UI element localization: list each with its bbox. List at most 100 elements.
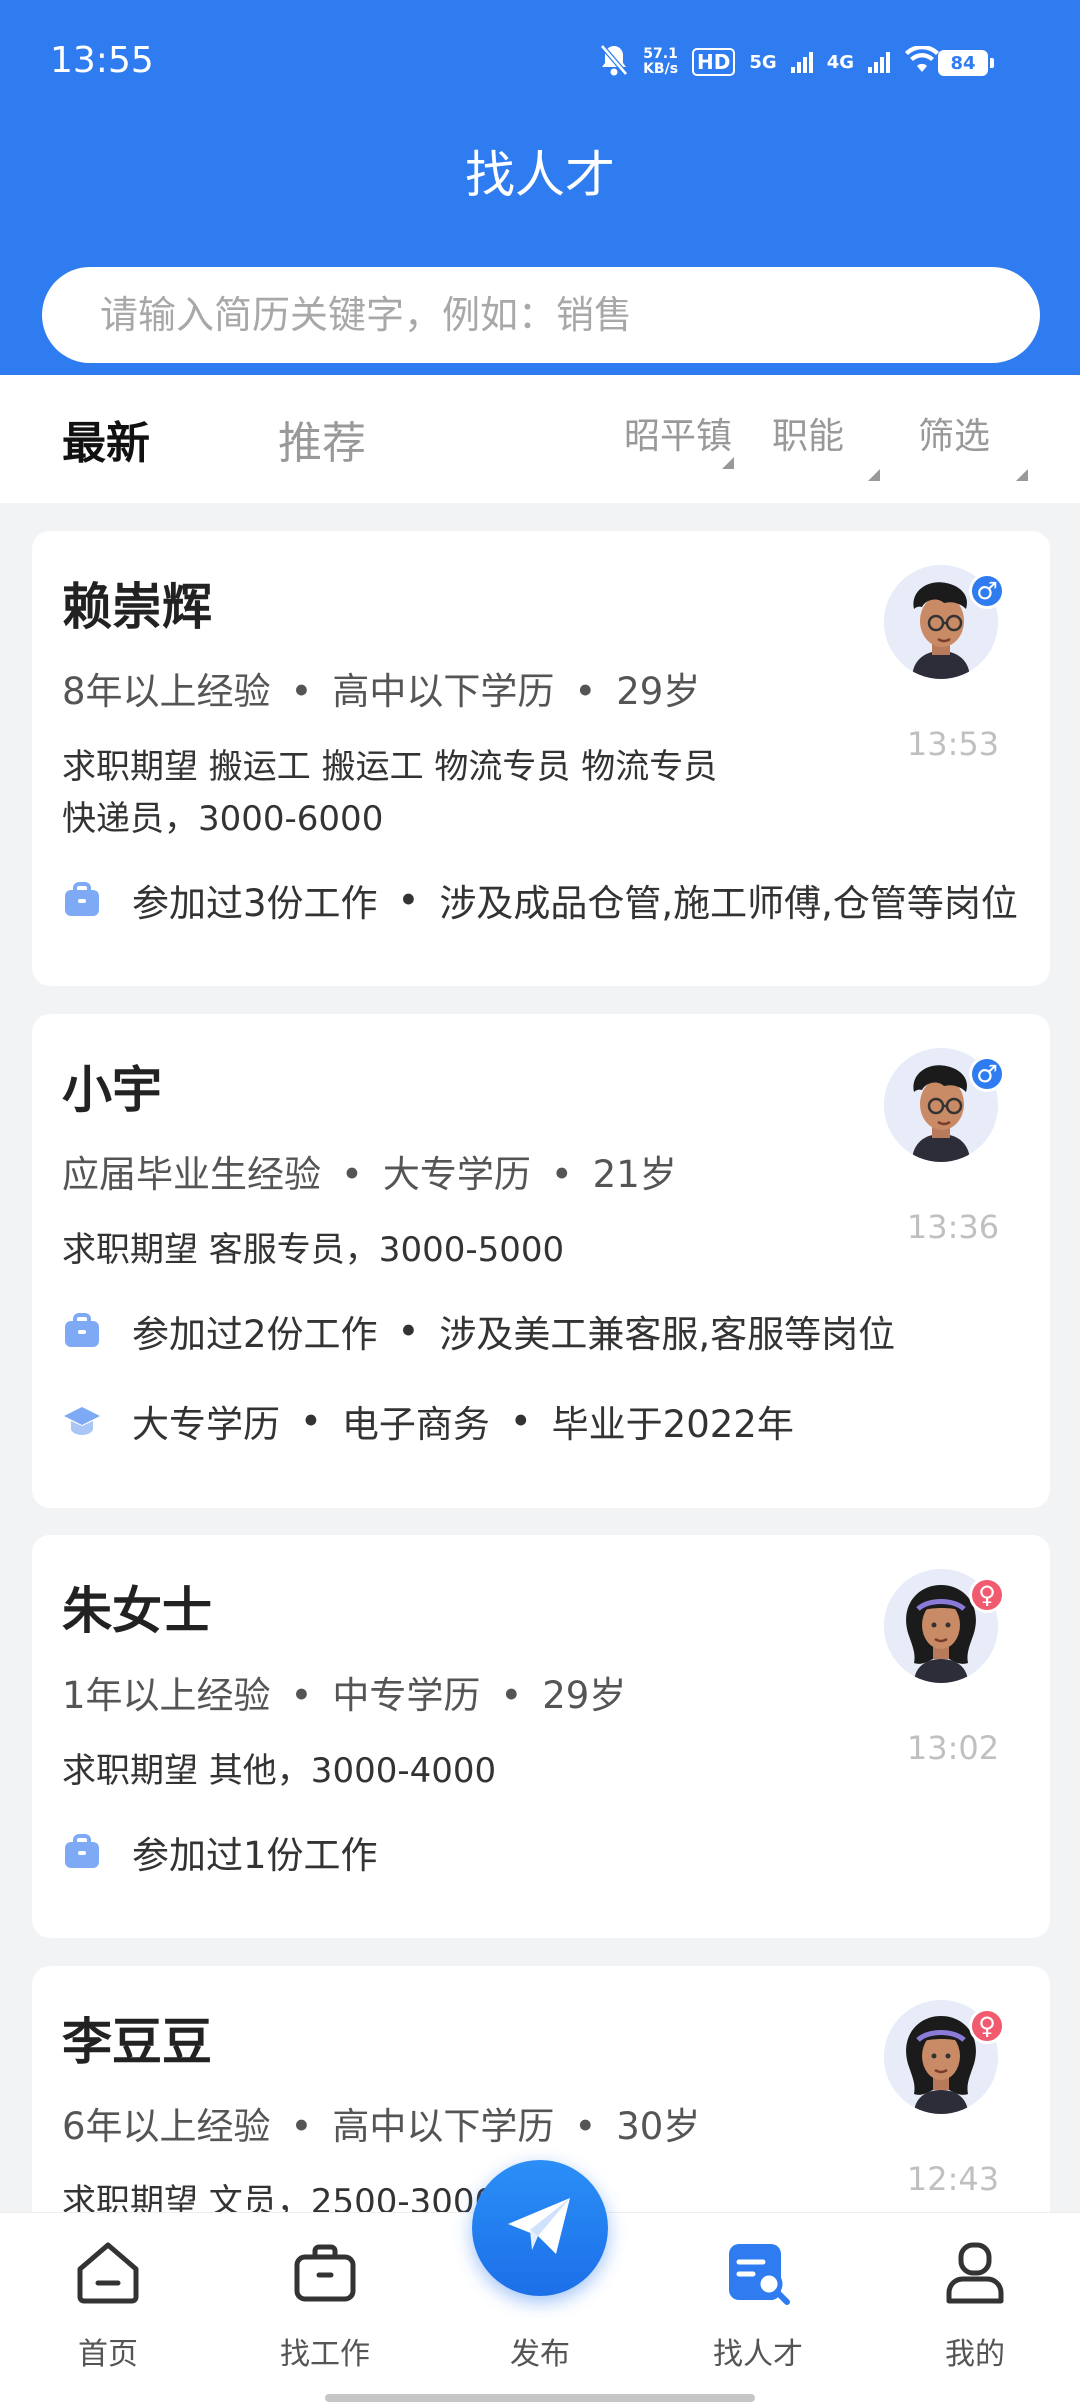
education-history: 大专学历 • 电子商务 • 毕业于2022年 — [62, 1396, 794, 1446]
female-icon: ♀ — [969, 1577, 1005, 1613]
candidate-meta: 6年以上经验 • 高中以下学历 • 30岁 — [62, 2096, 700, 2150]
age: 29岁 — [542, 1674, 627, 1717]
nav-home-label: 首页 — [78, 2337, 138, 2372]
separator-dot: • — [290, 1674, 313, 1717]
candidate-name: 李豆豆 — [62, 2013, 212, 2071]
jobs-detail: 涉及成品仓管,施工师傅,仓管等岗位 — [439, 882, 1018, 925]
search-input[interactable] — [100, 267, 1000, 363]
nav-jobs-label: 找工作 — [280, 2337, 370, 2372]
job-expectation: 求职期望 其他，3000-4000 — [62, 1745, 822, 1797]
candidate-meta: 应届毕业生经验 • 大专学历 • 21岁 — [62, 1144, 677, 1198]
filter-function-label: 职能 — [772, 416, 845, 457]
work-history: 参加过2份工作 • 涉及美工兼客服,客服等岗位 — [62, 1306, 895, 1356]
jobs-count: 参加过1份工作 — [132, 1834, 378, 1877]
education: 高中以下学历 — [332, 2105, 555, 2148]
header: 13:55 57.1 KB/s HD 5G 4G 84 找人才 — [0, 0, 1080, 375]
post-time: 13:02 — [906, 1729, 1000, 1767]
candidate-name: 朱女士 — [62, 1582, 212, 1640]
expectation-line: 求职期望 搬运工 搬运工 物流专员 物流专员 — [62, 747, 718, 787]
mute-icon — [599, 43, 629, 81]
battery-icon: 84 — [938, 50, 994, 76]
jobs-detail: 涉及美工兼客服,客服等岗位 — [439, 1313, 896, 1356]
dropdown-triangle-icon — [1016, 469, 1028, 481]
experience: 应届毕业生经验 — [62, 1153, 321, 1196]
work-history: 参加过3份工作 • 涉及成品仓管,施工师傅,仓管等岗位 — [62, 875, 1018, 925]
status-icons: 57.1 KB/s HD 5G 4G — [599, 42, 940, 82]
nav-jobs[interactable]: 找工作 — [255, 2233, 395, 2373]
experience: 1年以上经验 — [62, 1674, 271, 1717]
age: 29岁 — [616, 670, 701, 713]
separator-dot: • — [397, 878, 420, 922]
post-time: 12:43 — [906, 2160, 1000, 2198]
nav-talent-label: 找人才 — [713, 2337, 803, 2372]
filter-location[interactable]: 昭平镇 — [624, 407, 734, 469]
education: 中专学历 — [332, 1674, 481, 1717]
tab-recommend[interactable]: 推荐 — [278, 407, 366, 471]
candidate-card[interactable]: 小宇 应届毕业生经验 • 大专学历 • 21岁 求职期望 客服专员，3000-5000 … — [32, 1014, 1050, 1508]
graduation-cap-icon — [62, 1401, 102, 1441]
education: 高中以下学历 — [332, 670, 555, 713]
signal-bars-1-icon — [790, 51, 813, 73]
person-icon — [935, 2233, 1015, 2313]
search-box[interactable] — [42, 267, 1040, 363]
filter-screen[interactable]: 筛选 — [918, 407, 1028, 481]
network-type-2: 4G — [826, 51, 854, 73]
status-bar: 13:55 57.1 KB/s HD 5G 4G 84 — [0, 0, 1080, 120]
experience: 6年以上经验 — [62, 2105, 271, 2148]
speed-unit: KB/s — [643, 61, 679, 77]
page-title: 找人才 — [465, 146, 615, 204]
expectation-line: 求职期望 客服专员，3000-5000 — [62, 1230, 565, 1270]
separator-dot: • — [574, 2105, 597, 2148]
briefcase-icon — [62, 1832, 102, 1872]
status-time: 13:55 — [50, 40, 154, 81]
separator-dot: • — [397, 1309, 420, 1353]
separator-dot: • — [300, 1399, 322, 1443]
nav-mine-label: 我的 — [945, 2337, 1005, 2372]
speed-value: 57.1 — [643, 46, 678, 62]
expectation-line: 快递员，3000-6000 — [62, 799, 384, 839]
briefcase-icon — [285, 2233, 365, 2313]
tab-bar: 最新 推荐 昭平镇 职能 筛选 — [0, 375, 1080, 503]
jobs-count: 参加过3份工作 — [132, 882, 378, 925]
nav-talent[interactable]: 找人才 — [688, 2233, 828, 2373]
briefcase-icon — [62, 1311, 102, 1351]
nav-publish-label: 发布 — [510, 2337, 570, 2372]
male-icon: ♂ — [969, 1056, 1005, 1092]
edu-level: 大专学历 — [132, 1403, 280, 1446]
age: 30岁 — [616, 2105, 701, 2148]
male-icon: ♂ — [969, 573, 1005, 609]
nav-home[interactable]: 首页 — [38, 2233, 178, 2373]
network-type-1: 5G — [749, 51, 777, 73]
tab-latest[interactable]: 最新 — [62, 407, 150, 471]
edu-graduation: 毕业于2022年 — [551, 1403, 794, 1446]
candidate-card[interactable]: 赖崇辉 8年以上经验 • 高中以下学历 • 29岁 求职期望 搬运工 搬运工 物流专员 … — [32, 531, 1050, 986]
education: 大专学历 — [382, 1153, 531, 1196]
briefcase-icon — [62, 880, 102, 920]
paper-plane-icon — [502, 2188, 578, 2268]
candidate-name: 小宇 — [62, 1061, 162, 1119]
age: 21岁 — [592, 1153, 677, 1196]
job-expectation: 求职期望 搬运工 搬运工 物流专员 物流专员 快递员，3000-6000 — [62, 741, 822, 845]
jobs-count: 参加过2份工作 — [132, 1313, 378, 1356]
home-icon — [68, 2233, 148, 2313]
female-icon: ♀ — [969, 2008, 1005, 2044]
job-expectation: 求职期望 客服专员，3000-5000 — [62, 1224, 822, 1276]
signal-bars-2-icon — [868, 51, 890, 73]
home-indicator[interactable] — [325, 2394, 755, 2402]
dropdown-triangle-icon — [722, 457, 734, 469]
separator-dot: • — [290, 2105, 313, 2148]
separator-dot: • — [509, 1399, 532, 1443]
candidate-meta: 1年以上经验 • 中专学历 • 29岁 — [62, 1665, 626, 1719]
expectation-line: 求职期望 其他，3000-4000 — [62, 1751, 497, 1791]
talent-search-icon — [718, 2233, 798, 2313]
filter-function[interactable]: 职能 — [772, 407, 880, 481]
candidate-name: 赖崇辉 — [62, 578, 212, 636]
dropdown-triangle-icon — [868, 469, 880, 481]
candidate-card[interactable]: 朱女士 1年以上经验 • 中专学历 • 29岁 求职期望 其他，3000-4000 参加… — [32, 1535, 1050, 1938]
separator-dot: • — [574, 670, 597, 713]
publish-button[interactable] — [472, 2160, 608, 2296]
filter-screen-label: 筛选 — [918, 416, 991, 457]
post-time: 13:53 — [906, 725, 1000, 763]
separator-dot: • — [500, 1674, 523, 1717]
nav-mine[interactable]: 我的 — [905, 2233, 1045, 2373]
